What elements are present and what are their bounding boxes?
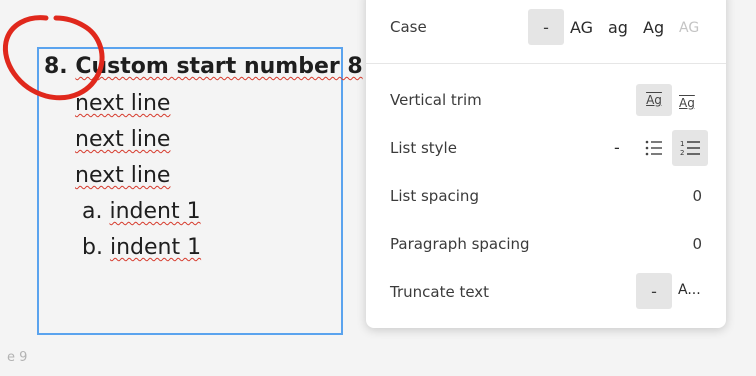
case-upper-button[interactable]: AG: [570, 18, 593, 37]
truncate-off-button[interactable]: -: [636, 273, 672, 309]
sub-list-text: indent 1: [109, 235, 202, 260]
panel-divider: [366, 63, 726, 64]
list-line-1: next line: [75, 91, 171, 116]
list-heading: 8. Custom start number 8: [44, 54, 363, 80]
truncate-text-label: Truncate text: [390, 283, 490, 301]
list-heading-text: Custom start number 8: [75, 54, 363, 79]
list-style-label: List style: [390, 139, 457, 157]
numbered-list-icon: 1 2: [680, 140, 700, 157]
case-small-caps-button[interactable]: AG: [679, 20, 699, 36]
case-none-label: -: [543, 17, 549, 37]
paragraph-spacing-input[interactable]: 0: [692, 235, 702, 253]
trim-cap-height-icon: Ag: [679, 96, 695, 110]
list-spacing-input[interactable]: 0: [692, 187, 702, 205]
sub-list-marker: b.: [82, 235, 103, 260]
sub-list-marker: a.: [82, 199, 103, 224]
sub-list-item-b: b. indent 1: [82, 235, 201, 261]
truncate-off-label: -: [651, 281, 657, 301]
vertical-trim-cap-height-button[interactable]: Ag: [679, 92, 695, 111]
vertical-trim-label: Vertical trim: [390, 91, 482, 109]
sub-list-text: indent 1: [109, 199, 201, 224]
case-title-button[interactable]: Ag: [643, 18, 664, 37]
page-label: e 9: [7, 350, 28, 365]
truncate-on-button[interactable]: A...: [678, 282, 701, 298]
svg-text:2: 2: [680, 149, 684, 157]
list-line-2: next line: [75, 127, 171, 152]
list-heading-number: 8.: [44, 54, 68, 79]
vertical-trim-standard-button[interactable]: Ag: [636, 84, 672, 116]
list-style-none-button[interactable]: -: [614, 138, 620, 157]
case-lower-button[interactable]: ag: [608, 18, 628, 37]
sub-list-item-a: a. indent 1: [82, 199, 201, 225]
paragraph-spacing-label: Paragraph spacing: [390, 235, 530, 253]
list-spacing-label: List spacing: [390, 187, 479, 205]
numbered-list-button[interactable]: 1 2: [672, 130, 708, 166]
text-properties-panel: Case - AG ag Ag AG Vertical trim Ag Ag L…: [366, 0, 726, 328]
bulleted-list-icon[interactable]: [644, 138, 664, 158]
trim-standard-icon: Ag: [646, 93, 662, 107]
case-label: Case: [390, 18, 427, 36]
case-none-button[interactable]: -: [528, 9, 564, 45]
list-line-3: next line: [75, 163, 171, 188]
svg-text:1: 1: [680, 140, 684, 148]
